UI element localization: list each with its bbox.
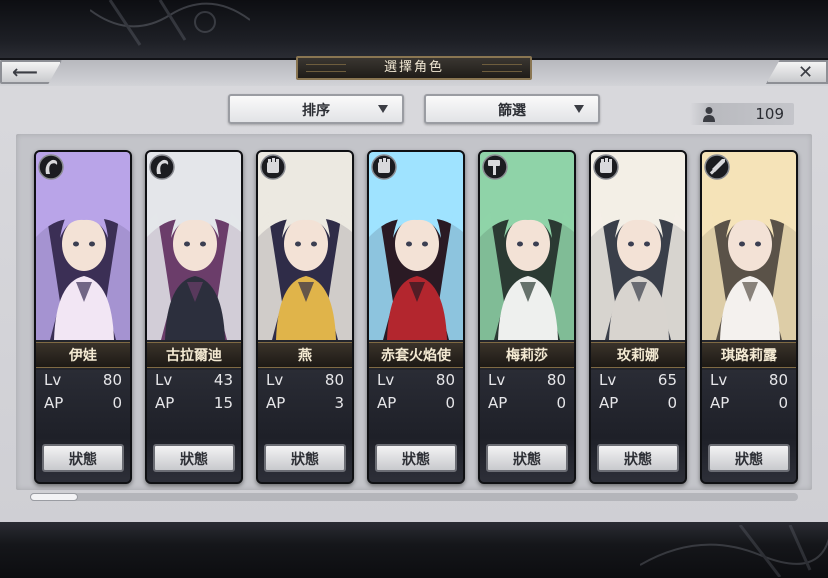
ornament-decoration	[640, 525, 828, 577]
ap-label: AP	[377, 394, 397, 412]
level-label: Lv	[44, 371, 62, 389]
character-card[interactable]: 梅莉莎 Lv 80 AP 0 狀態	[478, 150, 576, 484]
character-portrait	[258, 152, 352, 340]
filter-dropdown[interactable]: 篩選	[424, 94, 600, 124]
gauntlet-icon	[260, 154, 286, 180]
chevron-down-icon	[378, 105, 388, 113]
character-portrait	[36, 152, 130, 340]
level-value: 80	[768, 371, 788, 389]
character-card[interactable]: 古拉爾迪 Lv 43 AP 15 狀態	[145, 150, 243, 484]
status-button[interactable]: 狀態	[708, 444, 790, 472]
level-label: Lv	[599, 371, 617, 389]
close-icon: ✕	[798, 62, 814, 83]
sword-icon	[704, 154, 730, 180]
character-card[interactable]: 伊娃 Lv 80 AP 0 狀態	[34, 150, 132, 484]
ap-value: 0	[112, 394, 122, 412]
character-name: 伊娃	[69, 348, 97, 364]
ap-value: 15	[213, 394, 233, 412]
ap-label: AP	[266, 394, 286, 412]
ap-label: AP	[155, 394, 175, 412]
hammer-icon	[482, 154, 508, 180]
status-button-label: 狀態	[291, 452, 319, 468]
page-title-plate: 選擇角色	[296, 56, 532, 80]
level-label: Lv	[488, 371, 506, 389]
title-deco-right	[482, 64, 522, 72]
gauntlet-icon	[593, 154, 619, 180]
filter-dropdown-label: 篩選	[498, 103, 526, 119]
level-label: Lv	[710, 371, 728, 389]
character-card[interactable]: 赤套火焰使 Lv 80 AP 0 狀態	[367, 150, 465, 484]
level-value: 65	[657, 371, 677, 389]
ap-value: 3	[334, 394, 344, 412]
character-name: 琪路莉露	[721, 348, 777, 364]
page-title: 選擇角色	[383, 60, 444, 75]
status-button-label: 狀態	[180, 452, 208, 468]
status-button-label: 狀態	[735, 452, 763, 468]
status-button-label: 狀態	[402, 452, 430, 468]
level-label: Lv	[155, 371, 173, 389]
character-portrait	[147, 152, 241, 340]
status-button-label: 狀態	[513, 452, 541, 468]
character-count: 109	[755, 105, 784, 123]
gauntlet-icon	[371, 154, 397, 180]
character-portrait	[369, 152, 463, 340]
status-button-label: 狀態	[624, 452, 652, 468]
ap-value: 0	[556, 394, 566, 412]
character-name: 玫莉娜	[617, 348, 659, 364]
status-button[interactable]: 狀態	[264, 444, 346, 472]
horn-icon	[38, 154, 64, 180]
level-label: Lv	[377, 371, 395, 389]
horn-icon	[149, 154, 175, 180]
character-name: 梅莉莎	[506, 348, 548, 364]
person-icon	[703, 107, 715, 122]
scrollbar-thumb[interactable]	[30, 493, 78, 501]
character-count-badge: 109	[690, 103, 794, 125]
level-value: 43	[213, 371, 233, 389]
level-label: Lv	[266, 371, 284, 389]
level-value: 80	[546, 371, 566, 389]
ornament-decoration	[90, 0, 250, 46]
ap-label: AP	[599, 394, 619, 412]
character-portrait	[702, 152, 796, 340]
ap-label: AP	[488, 394, 508, 412]
status-button-label: 狀態	[69, 452, 97, 468]
sort-dropdown[interactable]: 排序	[228, 94, 404, 124]
sort-dropdown-label: 排序	[302, 103, 330, 119]
status-button[interactable]: 狀態	[597, 444, 679, 472]
ap-value: 0	[778, 394, 788, 412]
ap-label: AP	[710, 394, 730, 412]
character-name: 燕	[298, 348, 312, 364]
status-button[interactable]: 狀態	[375, 444, 457, 472]
character-portrait	[480, 152, 574, 340]
chevron-down-icon	[574, 105, 584, 113]
ap-label: AP	[44, 394, 64, 412]
horizontal-scrollbar[interactable]	[30, 493, 798, 501]
ap-value: 0	[667, 394, 677, 412]
ap-value: 0	[445, 394, 455, 412]
character-name: 赤套火焰使	[381, 348, 451, 364]
character-card[interactable]: 玫莉娜 Lv 65 AP 0 狀態	[589, 150, 687, 484]
status-button[interactable]: 狀態	[153, 444, 235, 472]
level-value: 80	[435, 371, 455, 389]
status-button[interactable]: 狀態	[42, 444, 124, 472]
title-deco-left	[306, 64, 346, 72]
character-portrait	[591, 152, 685, 340]
character-card[interactable]: 燕 Lv 80 AP 3 狀態	[256, 150, 354, 484]
level-value: 80	[102, 371, 122, 389]
status-button[interactable]: 狀態	[486, 444, 568, 472]
level-value: 80	[324, 371, 344, 389]
character-card[interactable]: 琪路莉露 Lv 80 AP 0 狀態	[700, 150, 798, 484]
back-arrow-icon: ⟵	[12, 62, 38, 83]
character-name: 古拉爾迪	[166, 348, 222, 364]
